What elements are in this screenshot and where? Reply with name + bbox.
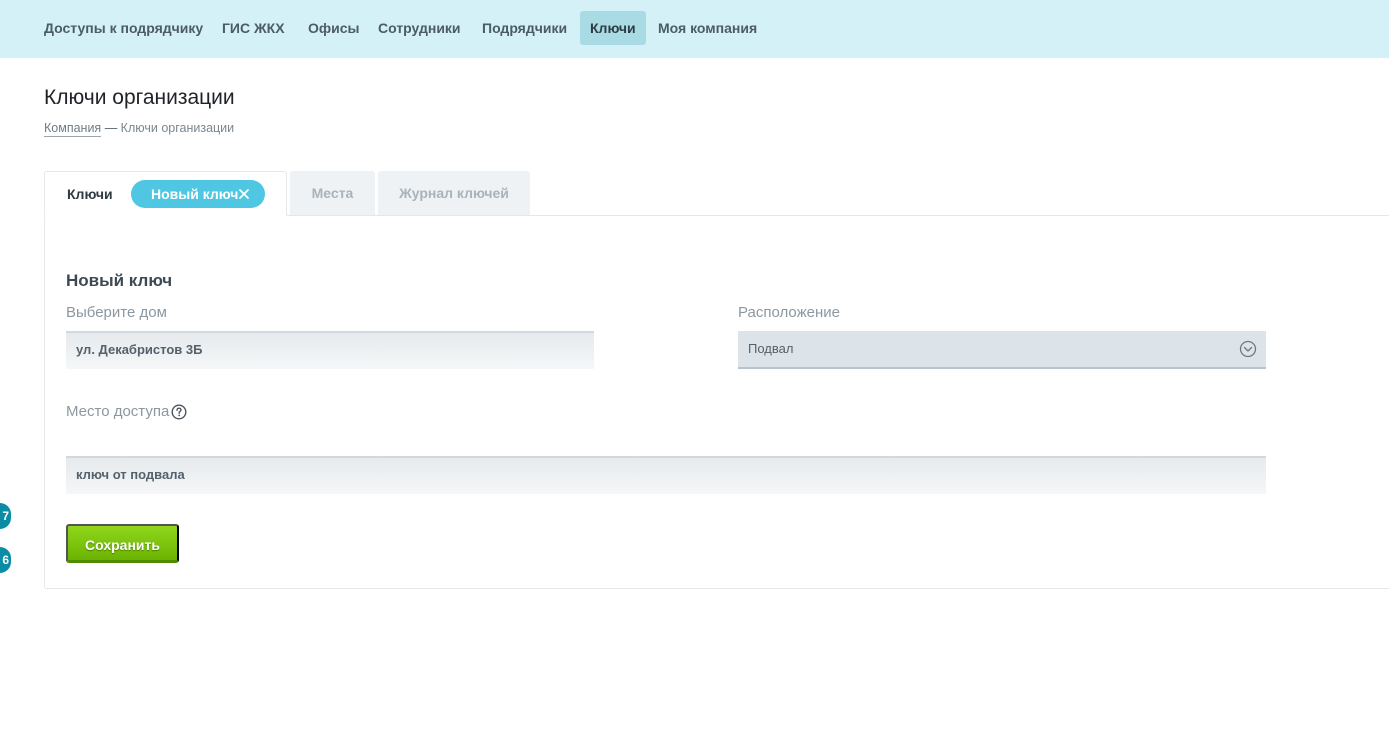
nav-item-gis-zhkh[interactable]: ГИС ЖКХ bbox=[212, 11, 295, 45]
access-place-label: Место доступа bbox=[66, 403, 170, 420]
tab-key-log[interactable]: Журнал ключей bbox=[378, 171, 530, 216]
nav-item-offices[interactable]: Офисы bbox=[298, 11, 370, 45]
breadcrumb-separator: — bbox=[104, 121, 118, 135]
house-label: Выберите дом bbox=[66, 304, 167, 321]
notification-badge[interactable]: 6 bbox=[0, 547, 11, 573]
page-title: Ключи организации bbox=[44, 86, 235, 109]
tab-places[interactable]: Места bbox=[290, 171, 375, 216]
notification-badge[interactable]: 7 bbox=[0, 503, 11, 529]
breadcrumb-link-company[interactable]: Компания bbox=[44, 121, 102, 137]
form-title: Новый ключ bbox=[66, 271, 173, 290]
location-select-value: Подвал bbox=[748, 341, 794, 356]
location-select[interactable]: Подвал bbox=[738, 331, 1266, 369]
tab-keys-label: Ключи bbox=[67, 186, 113, 202]
nav-item-contractor-access[interactable]: Доступы к подрядчику bbox=[34, 11, 213, 45]
nav-item-contractors[interactable]: Подрядчики bbox=[472, 11, 577, 45]
breadcrumb-current: Ключи организации bbox=[120, 121, 235, 135]
close-icon[interactable] bbox=[238, 188, 250, 200]
nav-item-my-company[interactable]: Моя компания bbox=[648, 11, 767, 45]
house-input[interactable]: ул. Декабристов 3Б bbox=[66, 331, 594, 369]
chevron-down-icon bbox=[1239, 340, 1257, 358]
save-button[interactable]: Сохранить bbox=[66, 524, 179, 563]
access-place-input[interactable]: ключ от подвала bbox=[66, 456, 1266, 494]
breadcrumb: Компания — Ключи организации bbox=[44, 121, 235, 137]
location-label: Расположение bbox=[738, 304, 840, 321]
tab-keys[interactable]: Ключи Новый ключ bbox=[44, 171, 287, 216]
tab-new-key-chip[interactable]: Новый ключ bbox=[131, 180, 265, 208]
help-icon[interactable] bbox=[171, 404, 187, 420]
nav-item-keys[interactable]: Ключи bbox=[580, 11, 646, 45]
tab-new-key-label: Новый ключ bbox=[151, 186, 239, 202]
nav-item-employees[interactable]: Сотрудники bbox=[368, 11, 471, 45]
top-navigation: Доступы к подрядчику ГИС ЖКХ Офисы Сотру… bbox=[0, 0, 1389, 58]
content-panel bbox=[44, 215, 1389, 589]
